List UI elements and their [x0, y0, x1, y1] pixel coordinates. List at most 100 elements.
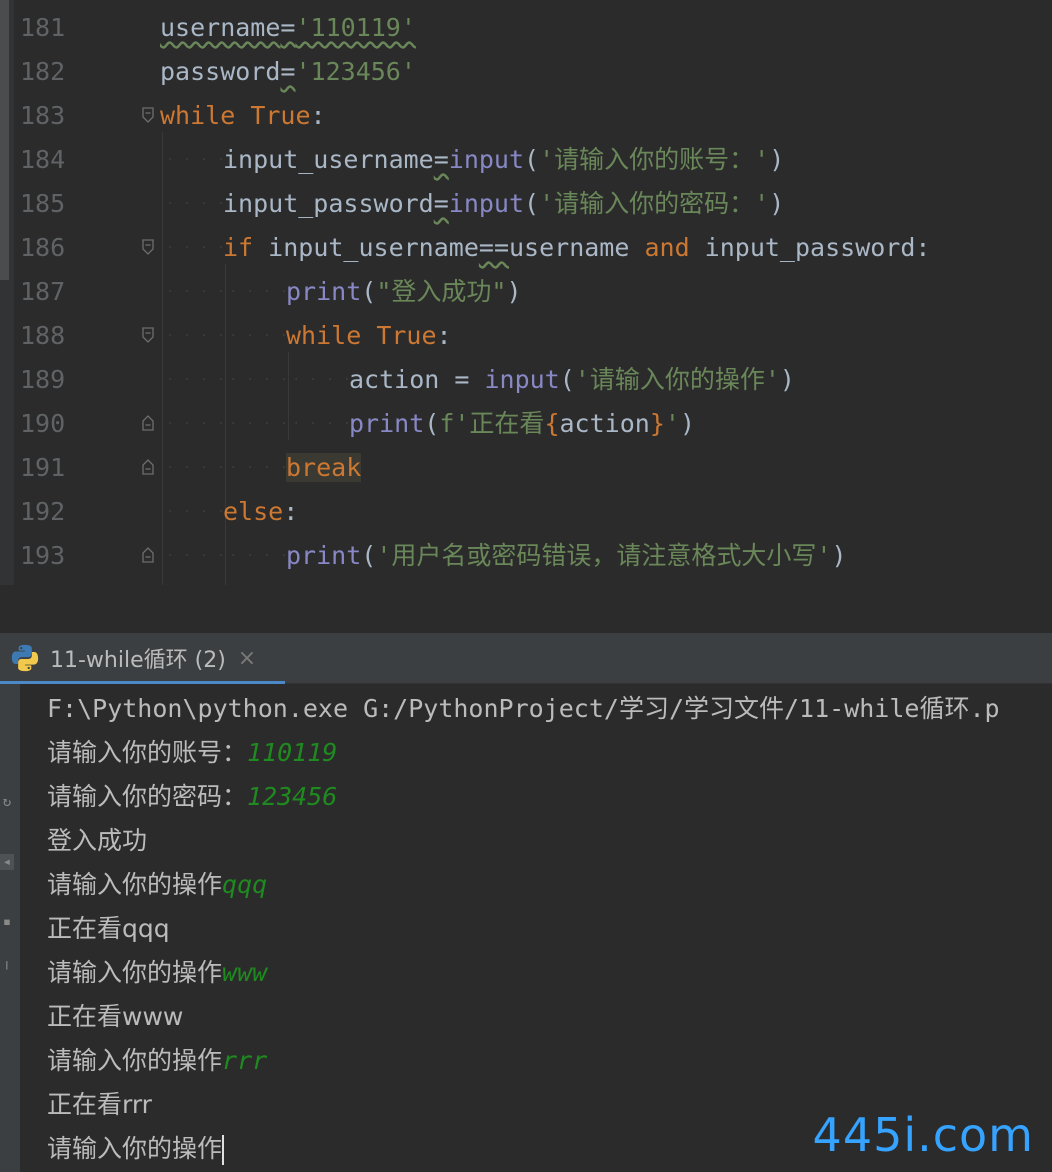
code-token: ( — [361, 277, 377, 306]
wrap-icon[interactable]: ╷ — [0, 954, 14, 970]
code-token: print — [349, 409, 425, 438]
console-line: 正在看www — [47, 995, 183, 1039]
console-output-text: 请输入你的操作 — [47, 958, 223, 987]
code-token: f'正在看 — [439, 409, 545, 438]
rerun-icon[interactable]: ↻ — [0, 794, 14, 810]
code-token: ) — [769, 145, 785, 174]
code-line[interactable]: 188 while True: · · · · · · · · — [0, 314, 1052, 358]
code-line[interactable]: 187 print("登入成功") · · · · · · · · — [0, 270, 1052, 314]
code-token: ) — [831, 541, 847, 570]
code-text[interactable]: break — [286, 446, 362, 490]
console-output-text: 正在看rrr — [47, 1090, 152, 1119]
code-token: ) — [779, 365, 795, 394]
code-token: = — [280, 57, 296, 86]
code-token: = — [433, 189, 449, 218]
whitespace-dots: · · · · — [229, 284, 289, 300]
close-icon[interactable]: × — [238, 646, 256, 671]
fold-open-icon[interactable] — [142, 239, 154, 255]
run-tab[interactable]: 11-while循环 (2) × — [0, 633, 285, 685]
code-text[interactable]: password='123456' — [160, 50, 416, 94]
code-line[interactable]: 193 print('用户名或密码错误，请注意格式大小写') · · · · · · … — [0, 534, 1052, 578]
whitespace-dots: · · · · — [166, 196, 226, 212]
code-line[interactable]: 186 if input_username==username and input… — [0, 226, 1052, 270]
code-line[interactable]: 184 input_username=input('请输入你的账号：') · · ·… — [0, 138, 1052, 182]
code-text[interactable]: while True: — [160, 94, 326, 138]
pin-icon[interactable]: ▪ — [0, 914, 14, 930]
python-logo-icon — [11, 644, 39, 672]
code-text[interactable]: print(f'正在看{action}') — [349, 402, 695, 446]
whitespace-dots: · · · · — [166, 460, 226, 476]
code-token: action — [559, 409, 650, 438]
code-token: ( — [524, 145, 540, 174]
code-text[interactable]: else: — [223, 490, 298, 534]
code-token: input — [448, 145, 525, 174]
code-text[interactable]: input_username=input('请输入你的账号：') — [223, 138, 784, 182]
code-token: print — [286, 277, 362, 306]
code-token: input_username — [223, 145, 434, 174]
code-line[interactable]: 182 password='123456' — [0, 50, 1052, 94]
code-token: action = — [349, 365, 485, 394]
code-line[interactable]: 192 else: · · · · — [0, 490, 1052, 534]
stop-icon[interactable]: ◂ — [0, 854, 14, 870]
code-token: : — [283, 497, 299, 526]
line-number: 185 — [20, 189, 66, 218]
code-token: ( — [424, 409, 440, 438]
code-text[interactable]: print("登入成功") — [286, 270, 522, 314]
console-output-text: 请输入你的操作 — [47, 870, 223, 899]
fold-end-icon[interactable] — [142, 547, 154, 563]
code-token: password — [160, 57, 281, 86]
code-line[interactable]: 189 action = input('请输入你的操作') · · · · · · ·… — [0, 358, 1052, 402]
whitespace-dots: · · · · — [166, 328, 226, 344]
code-token: '123456' — [295, 57, 416, 86]
code-line[interactable]: 190 print(f'正在看{action}') · · · · · · · · · … — [0, 402, 1052, 446]
code-text[interactable]: username='110119' — [160, 6, 416, 50]
code-line[interactable]: 183 while True: — [0, 94, 1052, 138]
code-token: if — [223, 233, 254, 262]
code-editor[interactable]: 181 username='110119' 182 password='123456'… — [0, 0, 1052, 585]
whitespace-dots: · · · · — [229, 372, 289, 388]
code-token: "登入成功" — [376, 277, 507, 306]
fold-end-icon[interactable] — [142, 415, 154, 431]
watermark: 445i.com — [812, 1108, 1034, 1162]
whitespace-dots: · · · · — [229, 416, 289, 432]
line-number: 189 — [20, 365, 66, 394]
line-number: 182 — [20, 57, 66, 86]
code-token: ' — [664, 409, 680, 438]
line-number: 183 — [20, 101, 66, 130]
whitespace-dots: · · · · — [166, 548, 226, 564]
fold-open-icon[interactable] — [142, 107, 154, 123]
code-token: : — [310, 101, 326, 130]
text-cursor[interactable] — [222, 1135, 225, 1165]
code-token: '请输入你的操作' — [574, 365, 780, 394]
line-number: 187 — [20, 277, 66, 306]
code-line[interactable]: 181 username='110119' — [0, 6, 1052, 50]
whitespace-dots: · · · · — [292, 416, 352, 432]
whitespace-dots: · · · · — [292, 372, 352, 388]
console-output-text: 请输入你的密码： — [47, 782, 248, 811]
line-number: 181 — [20, 13, 66, 42]
console-line: 请输入你的操作rrr — [47, 1039, 267, 1083]
whitespace-dots: · · · · — [166, 152, 226, 168]
code-line[interactable]: 191 break · · · · · · · · — [0, 446, 1052, 490]
code-token: = — [433, 145, 449, 174]
code-text[interactable]: action = input('请输入你的操作') — [349, 358, 795, 402]
code-token: input_username — [253, 233, 479, 262]
fold-open-icon[interactable] — [142, 327, 154, 343]
code-text[interactable]: while True: — [286, 314, 452, 358]
code-text[interactable]: if input_username==username and input_pa… — [223, 226, 930, 270]
fold-end-icon[interactable] — [142, 459, 154, 475]
code-text[interactable]: input_password=input('请输入你的密码：') — [223, 182, 784, 226]
code-text[interactable]: print('用户名或密码错误，请注意格式大小写') — [286, 534, 847, 578]
code-token: ) — [769, 189, 785, 218]
run-toolbar: ↻ ◂ ▪ ╷ — [0, 684, 20, 1172]
run-console[interactable]: F:\Python\python.exe G:/PythonProject/学习… — [20, 684, 1052, 1172]
whitespace-dots: · · · · — [166, 504, 226, 520]
console-user-input: 123456 — [247, 782, 338, 811]
console-output-text: 正在看qqq — [47, 914, 170, 943]
line-number: 186 — [20, 233, 66, 262]
whitespace-dots: · · · · — [166, 240, 226, 256]
code-line[interactable]: 185 input_password=input('请输入你的密码：') · · ·… — [0, 182, 1052, 226]
console-output-text: 登入成功 — [47, 826, 148, 855]
line-number: 190 — [20, 409, 66, 438]
